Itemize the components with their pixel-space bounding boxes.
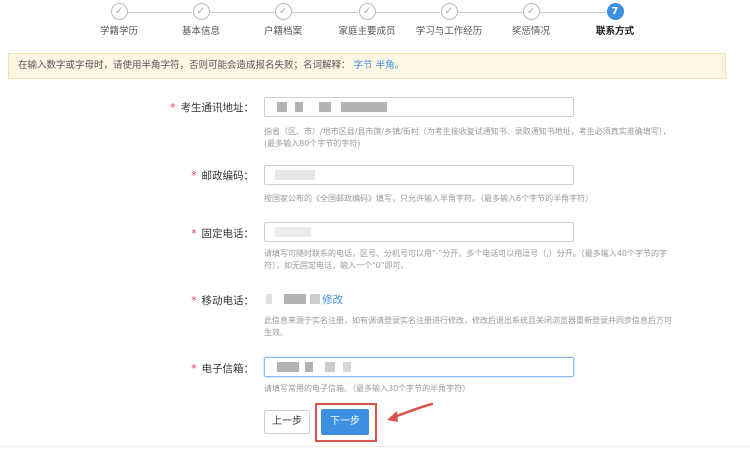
phone-label: * 固定电话： [150, 226, 254, 241]
mobile-hint-line1: 此信息来源于实名注册，如有调请登录实名注册进行修改，修改后退出系统且关闭浏览器重… [264, 316, 672, 325]
bottom-divider [0, 446, 750, 447]
mobile-edit-link[interactable]: 修改 [322, 292, 343, 307]
mobile-label: * 移动电话： [150, 293, 254, 308]
required-mark: * [191, 295, 197, 307]
redacted-text [305, 362, 313, 372]
step-7-current: 7 联系方式 [570, 3, 660, 37]
next-step-button[interactable]: 下一步 [321, 409, 369, 435]
check-icon: ✓ [522, 3, 540, 20]
postcode-label: * 邮政编码： [150, 168, 254, 183]
redacted-text [341, 102, 387, 112]
check-icon: ✓ [358, 3, 376, 20]
phone-hint: 请填写可随时联系的电话，区号、分机号可以用"-"分开，多个电话可以用逗号（,）分… [264, 248, 684, 272]
phone-input[interactable] [264, 222, 574, 242]
email-label-text: 电子信箱： [201, 363, 255, 375]
notice-glossary-links[interactable]: 字节 半角。 [354, 60, 405, 71]
email-hint: 请填写常用的电子信箱。（最多输入30个字节的半角字符） [264, 384, 471, 393]
address-input[interactable] [264, 97, 574, 117]
redacted-text [284, 294, 306, 304]
step-1[interactable]: ✓ 学籍学历 [74, 3, 164, 37]
address-hint: 指省（区、市）/地市区县/县市旗/乡镇/街村（为考生接收复试通知书、录取通知书地… [264, 126, 684, 150]
redacted-text [325, 362, 335, 372]
check-icon: ✓ [274, 3, 292, 20]
step-5[interactable]: ✓ 学习与工作经历 [404, 3, 494, 37]
redacted-text [275, 170, 315, 180]
prev-step-button[interactable]: 上一步 [264, 410, 310, 434]
required-mark: * [170, 102, 176, 114]
redacted-text [275, 227, 311, 237]
email-label: * 电子信箱： [150, 361, 254, 376]
step-2[interactable]: ✓ 基本信息 [156, 3, 246, 37]
mobile-hint: 此信息来源于实名注册，如有调请登录实名注册进行修改，修改后退出系统且关闭浏览器重… [264, 315, 684, 339]
redacted-text [266, 294, 272, 304]
address-hint-line1: 指省（区、市）/地市区县/县市旗/乡镇/街村（为考生接收复试通知书、录取通知书地… [264, 127, 671, 136]
step-number-badge: 7 [606, 3, 624, 20]
email-input[interactable] [264, 357, 574, 377]
postcode-hint: 按国家公布的《全国邮政编码》填写，只允许输入半角字符。（最多输入6个字节的半角字… [264, 194, 594, 203]
postcode-input[interactable] [264, 165, 574, 185]
required-mark: * [191, 170, 197, 182]
check-icon: ✓ [192, 3, 210, 20]
step-4[interactable]: ✓ 家庭主要成员 [322, 3, 412, 37]
redacted-text [310, 294, 320, 304]
redacted-text [295, 102, 303, 112]
mobile-hint-line2: 生效。 [264, 328, 288, 337]
redacted-text [319, 102, 331, 112]
address-label-text: 考生通讯地址： [180, 102, 255, 114]
pointer-arrow-icon [387, 402, 434, 422]
notice-text: 在输入数字或字母时，请使用半角字符，否则可能会造成报名失败；名词解释： [18, 60, 351, 71]
notice-banner: 在输入数字或字母时，请使用半角字符，否则可能会造成报名失败；名词解释： 字节 半… [8, 53, 726, 79]
mobile-label-text: 移动电话： [201, 295, 255, 307]
required-mark: * [191, 363, 197, 375]
address-label: * 考生通讯地址： [150, 100, 254, 115]
check-icon: ✓ [440, 3, 458, 20]
postcode-label-text: 邮政编码： [201, 170, 255, 182]
required-mark: * [191, 228, 197, 240]
check-icon: ✓ [110, 3, 128, 20]
progress-stepper: ✓ 学籍学历 ✓ 基本信息 ✓ 户籍档案 ✓ 家庭主要成员 ✓ 学习与工作经历 … [0, 0, 750, 44]
redacted-text [277, 102, 287, 112]
step-3[interactable]: ✓ 户籍档案 [238, 3, 328, 37]
address-hint-line2: (最多输入80个字节的字符) [264, 139, 361, 148]
step-6[interactable]: ✓ 奖惩情况 [486, 3, 576, 37]
redacted-text [277, 362, 299, 372]
redacted-text [343, 362, 351, 372]
phone-label-text: 固定电话： [201, 228, 255, 240]
phone-hint-line1: 请填写可随时联系的电话，区号、分机号可以用"-"分开，多个电话可以用逗号（,）分… [264, 249, 667, 258]
phone-hint-line2: 符），如无固定电话，输入一个"0"即可。 [264, 261, 409, 270]
